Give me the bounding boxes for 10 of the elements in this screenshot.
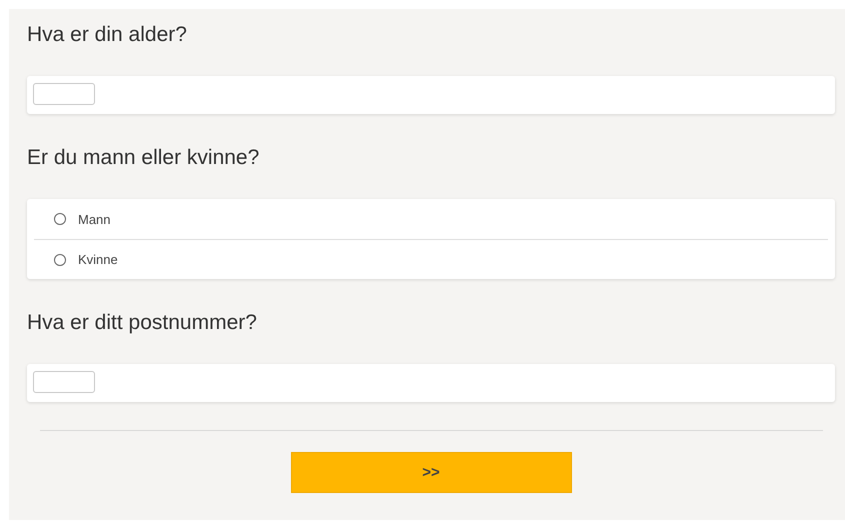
radio-button[interactable] bbox=[54, 254, 66, 266]
option-label[interactable]: Mann bbox=[78, 212, 111, 226]
option-label[interactable]: Kvinne bbox=[78, 252, 118, 267]
question-title: Er du mann eller kvinne? bbox=[27, 145, 260, 171]
radio-button[interactable] bbox=[54, 213, 66, 225]
question-title: Hva er din alder? bbox=[27, 22, 187, 48]
next-button[interactable]: >> bbox=[290, 452, 572, 493]
input-field[interactable] bbox=[33, 371, 95, 393]
question-title: Hva er ditt postnummer? bbox=[27, 310, 257, 336]
input-field[interactable] bbox=[33, 83, 95, 105]
